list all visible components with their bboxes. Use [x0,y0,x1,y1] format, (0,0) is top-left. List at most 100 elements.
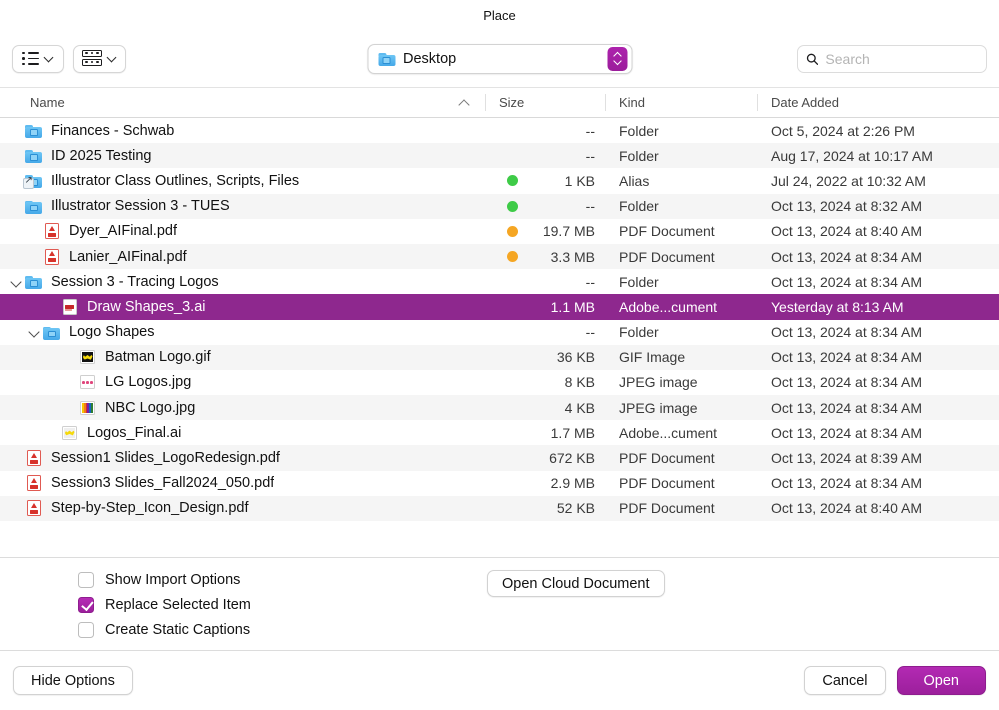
file-row[interactable]: Session 3 - Tracing Logos -- Folder Oct 13,… [0,269,999,294]
search-input[interactable] [825,50,978,67]
column-header-size[interactable]: Size [485,88,605,117]
file-size-cell: 8 KB [564,374,595,391]
file-date-cell: Oct 13, 2024 at 8:40 AM [771,223,922,240]
open-cloud-document-button[interactable]: Open Cloud Document [487,570,665,597]
file-name-label: Session3 Slides_Fall2024_050.pdf [51,475,275,492]
file-size-cell: -- [585,122,595,139]
file-name-label: Dyer_AIFinal.pdf [69,223,177,240]
sort-ascending-icon [459,98,469,108]
toolbar: Desktop [0,30,999,87]
search-icon [806,53,819,65]
column-header-kind-label: Kind [619,95,646,110]
file-list[interactable]: Finances - Schwab -- Folder Oct 5, 2024 at … [0,118,999,557]
file-date-cell: Oct 13, 2024 at 8:32 AM [771,198,922,215]
file-kind-cell: Folder [619,273,659,290]
column-header-kind[interactable]: Kind [605,88,757,117]
desktop-folder-icon [377,51,396,67]
file-size-cell: -- [585,198,595,215]
open-button[interactable]: Open [896,666,986,695]
file-kind-cell: Folder [619,198,659,215]
file-kind-cell: JPEG image [619,374,698,391]
illustrator-file-icon [60,298,79,315]
tag-dot-green [507,200,518,212]
file-row[interactable]: Illustrator Class Outlines, Scripts, Fil… [0,168,999,193]
file-row[interactable]: Finances - Schwab -- Folder Oct 5, 2024 at … [0,118,999,143]
disclosure-triangle[interactable] [26,324,42,340]
file-kind-cell: JPEG image [619,399,698,416]
column-header-name[interactable]: Name [0,88,485,117]
tag-dot-orange [507,251,518,263]
tag-dot-orange [507,225,518,237]
illustrator-thumbnail-icon [60,425,79,441]
list-view-button[interactable] [12,44,64,73]
file-name-label: Batman Logo.gif [105,349,211,366]
path-popup-label: Desktop [403,50,457,67]
pdf-file-icon [24,450,43,467]
nbc-thumbnail-icon [78,400,97,416]
file-name-cell: ID 2025 Testing [0,148,485,164]
cancel-button[interactable]: Cancel [804,666,886,695]
search-field[interactable] [797,44,987,73]
column-header-row: Name Size Kind Date Added [0,87,999,118]
file-row[interactable]: Illustrator Session 3 - TUES -- Folder Oct … [0,193,999,219]
lg-thumbnail-icon [78,374,97,390]
file-row[interactable]: Dyer_AIFinal.pdf 19.7 MB PDF Document Oct 1… [0,219,999,244]
group-view-button[interactable] [73,44,126,73]
file-row[interactable]: Lanier_AIFinal.pdf 3.3 MB PDF Document Oct … [0,243,999,270]
disclosure-triangle[interactable] [8,274,24,290]
checkbox-label: Create Static Captions [105,621,251,638]
file-size-cell: 36 KB [556,349,595,366]
column-header-date-label: Date Added [771,95,839,110]
checkbox-create-static-captions[interactable]: Create Static Captions [78,617,999,642]
file-size-cell: 1.1 MB [550,298,595,315]
file-date-cell: Yesterday at 8:13 AM [771,298,904,315]
file-date-cell: Oct 13, 2024 at 8:34 AM [771,424,922,441]
file-row[interactable]: ID 2025 Testing -- Folder Aug 17, 2024 at 1… [0,143,999,169]
file-name-cell: Lanier_AIFinal.pdf [0,248,485,265]
folder-icon [42,324,61,340]
file-row[interactable]: Batman Logo.gif 36 KB GIF Image Oct 13, 202… [0,344,999,370]
page-title: Place [483,7,516,23]
file-kind-cell: Folder [619,122,659,139]
tag-dot-green [507,175,518,187]
checkbox-box[interactable] [78,571,94,588]
path-popup-button[interactable]: Desktop [367,43,632,74]
file-kind-cell: Adobe...cument [619,424,718,441]
pdf-file-icon [24,500,43,517]
file-date-cell: Oct 13, 2024 at 8:34 AM [771,248,922,265]
file-row[interactable]: Step-by-Step_Icon_Design.pdf 52 KB PDF Doc… [0,495,999,521]
file-row[interactable]: NBC Logo.jpg 4 KB JPEG image Oct 13, 2024 a… [0,395,999,421]
file-date-cell: Oct 13, 2024 at 8:34 AM [771,374,922,391]
hide-options-button[interactable]: Hide Options [13,666,133,695]
checkbox-box[interactable] [78,596,94,613]
file-date-cell: Jul 24, 2022 at 10:32 AM [771,172,926,189]
folder-icon [24,198,43,214]
file-row[interactable]: Logos_Final.ai 1.7 MB Adobe...cument Oct 13… [0,420,999,445]
file-date-cell: Oct 5, 2024 at 2:26 PM [771,122,915,139]
file-name-cell: Batman Logo.gif [0,349,485,365]
file-row[interactable]: Session3 Slides_Fall2024_050.pdf 2.9 MB PD… [0,471,999,496]
pdf-file-icon [42,248,61,265]
batman-thumbnail-icon [78,349,97,365]
column-header-date[interactable]: Date Added [757,88,999,117]
grid-view-icon [82,49,102,68]
file-size-cell: 52 KB [556,500,595,517]
file-row[interactable]: Logo Shapes -- Folder Oct 13, 2024 at 8:34 … [0,320,999,345]
column-header-name-label: Name [30,95,65,110]
file-row[interactable]: Draw Shapes_3.ai 1.1 MB Adobe...cument Yest… [0,294,999,320]
checkbox-box[interactable] [78,621,94,638]
up-down-stepper-icon[interactable] [607,46,627,71]
place-dialog: Place Desktop Search Name Size Kind Date… [0,0,999,710]
file-row[interactable]: Session1 Slides_LogoRedesign.pdf 672 KB PD… [0,445,999,471]
file-row[interactable]: LG Logos.jpg 8 KB JPEG image Oct 13, 2024 a… [0,370,999,395]
file-name-cell: Step-by-Step_Icon_Design.pdf [0,500,485,517]
file-name-cell: Session1 Slides_LogoRedesign.pdf [0,450,485,467]
file-date-cell: Oct 13, 2024 at 8:34 AM [771,349,922,366]
